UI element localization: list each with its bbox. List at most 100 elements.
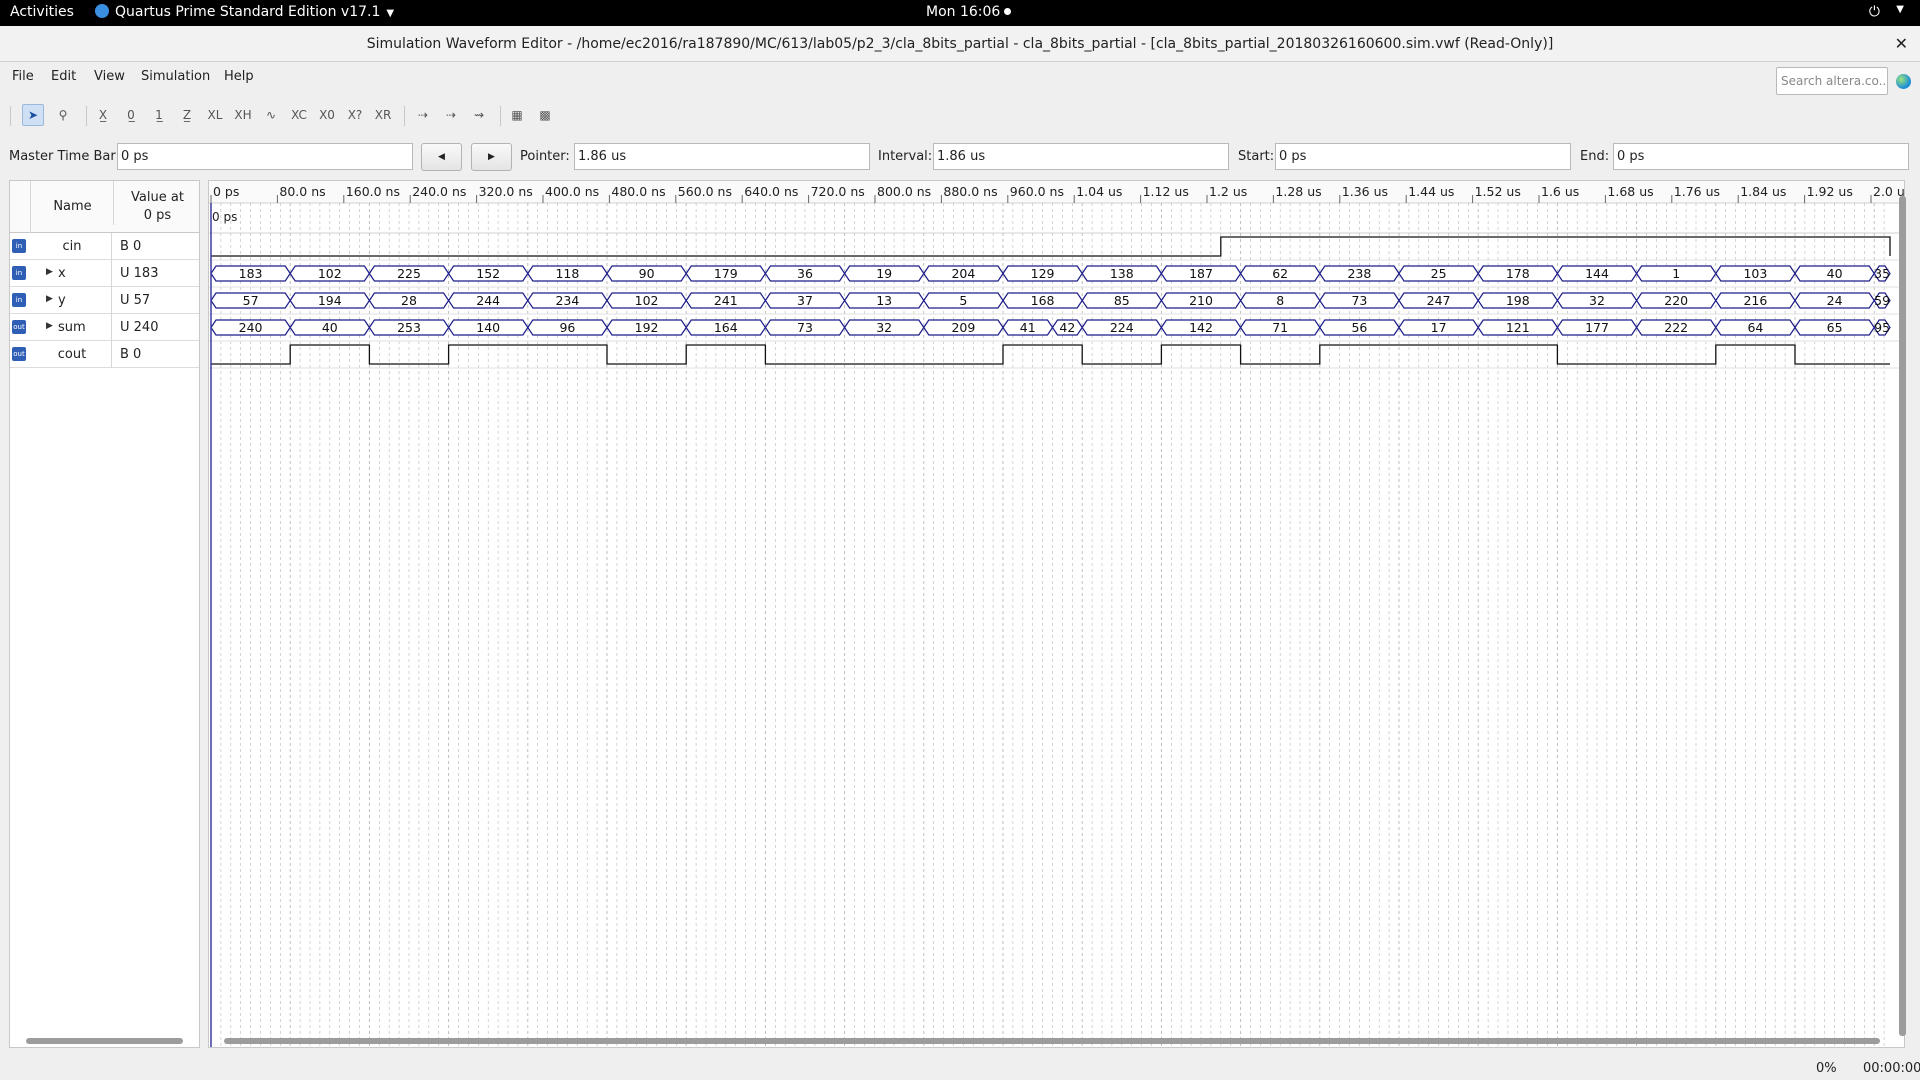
x-bus-value-label: 35	[1874, 266, 1890, 281]
y-bus-value-label: 73	[1351, 293, 1367, 308]
x-bus-value-label: 25	[1431, 266, 1447, 281]
y-bus-value-label: 194	[318, 293, 342, 308]
tick-label: 80.0 ns	[279, 184, 325, 199]
previous-transition-button[interactable]: ◀	[421, 143, 462, 171]
sum-bus-value-label: 96	[559, 320, 575, 335]
signal-row-sum[interactable]: out ▶ sum U 240	[10, 314, 199, 341]
x-bus-value-label: 103	[1743, 266, 1767, 281]
sum-bus-value-label: 17	[1431, 320, 1447, 335]
elapsed-time: 00:00:00	[1863, 1061, 1920, 1076]
x-bus-value-label: 238	[1347, 266, 1371, 281]
end-field[interactable]: 0 ps	[1613, 143, 1909, 170]
quartus-app-icon	[95, 4, 109, 18]
value-column-header[interactable]: Value at 0 ps	[113, 181, 201, 225]
tick-label: 320.0 ns	[479, 184, 533, 199]
signal-row-cin[interactable]: in cin B 0	[10, 233, 199, 260]
app-menu-button[interactable]: Quartus Prime Standard Edition v17.1 ▼	[95, 4, 394, 20]
selection-tool-icon[interactable]: ➤	[22, 104, 44, 126]
waveform-horizontal-scrollbar[interactable]	[224, 1038, 1880, 1044]
menu-help[interactable]: Help	[224, 69, 254, 84]
end-label: End:	[1580, 149, 1610, 164]
signal-row-x[interactable]: in ▶ x U 183	[10, 260, 199, 287]
weak-high-icon[interactable]: XR	[372, 104, 394, 126]
pointer-label: Pointer:	[520, 149, 570, 164]
expand-arrow-icon[interactable]: ▶	[46, 321, 53, 331]
force-high-impedance-icon[interactable]: Z̲	[176, 104, 198, 126]
force-low-icon[interactable]: 0̲	[120, 104, 142, 126]
sum-bus-value-label: 224	[1110, 320, 1134, 335]
menu-edit[interactable]: Edit	[51, 69, 76, 84]
globe-icon[interactable]	[1896, 74, 1911, 89]
signal-row-cout[interactable]: out cout B 0	[10, 341, 199, 368]
count-value-icon[interactable]: XH	[232, 104, 254, 126]
progress-percent: 0%	[1816, 1061, 1837, 1076]
y-bus-value-label: 57	[243, 293, 259, 308]
menu-simulation[interactable]: Simulation	[141, 69, 210, 84]
force-high-icon[interactable]: 1̲	[148, 104, 170, 126]
master-time-bar-field[interactable]: 0 ps	[117, 143, 413, 170]
random-value-icon[interactable]: X0	[316, 104, 338, 126]
y-bus-value-label: 13	[876, 293, 892, 308]
clock[interactable]: Mon 16:06	[926, 4, 1012, 20]
signal-value: U 240	[111, 314, 158, 341]
output-pin-icon: out	[12, 347, 26, 361]
system-menu-chevron-icon[interactable]: ▼	[1896, 4, 1904, 15]
logic-waveform	[211, 344, 1890, 365]
waveform-panel[interactable]: 0 ps 80.0 ns 160.0 ns 240.0 ns 320.0 ns 400.0…	[208, 180, 1905, 1048]
value-header-line2: 0 ps	[143, 208, 172, 223]
waveform-canvas[interactable]: 0 ps 80.0 ns 160.0 ns 240.0 ns 320.0 ns 400.0…	[209, 181, 1905, 1048]
waveform-vertical-scrollbar[interactable]	[1899, 196, 1906, 1036]
x-bus-value-label: 118	[555, 266, 579, 281]
weak-low-icon[interactable]: X?	[344, 104, 366, 126]
signal-list-header: Name Value at 0 ps	[10, 181, 199, 233]
x-bus-value-label: 1	[1672, 266, 1680, 281]
y-bus-value-label: 220	[1664, 293, 1688, 308]
power-icon[interactable]: ⏻	[1869, 4, 1880, 20]
generate-netlist-icon[interactable]: ⇝	[468, 104, 490, 126]
zoom-tool-icon[interactable]: ⚲	[52, 104, 74, 126]
activities-button[interactable]: Activities	[10, 4, 74, 20]
run-functional-simulation-icon[interactable]: ⇢	[412, 104, 434, 126]
force-unknown-icon[interactable]: X̲	[92, 104, 114, 126]
menu-file[interactable]: File	[12, 69, 34, 84]
next-transition-button[interactable]: ▶	[471, 143, 512, 171]
arbitrary-value-icon[interactable]: XC	[288, 104, 310, 126]
y-bus-value-label: 168	[1031, 293, 1055, 308]
start-field[interactable]: 0 ps	[1275, 143, 1571, 170]
menu-view[interactable]: View	[94, 69, 125, 84]
output-bus-icon: out	[12, 320, 26, 334]
window-title: Simulation Waveform Editor - /home/ec201…	[366, 36, 1554, 52]
sum-bus-value-label: 142	[1189, 320, 1213, 335]
signal-list-horizontal-scrollbar[interactable]	[26, 1038, 183, 1044]
sum-bus-value-label: 64	[1747, 320, 1763, 335]
clock-value-icon[interactable]: ∿	[260, 104, 282, 126]
tick-label: 560.0 ns	[678, 184, 732, 199]
tick-label: 960.0 ns	[1010, 184, 1064, 199]
grid-settings-icon[interactable]: ▩	[534, 104, 556, 126]
x-bus-value-label: 187	[1189, 266, 1213, 281]
snap-to-grid-icon[interactable]: ▦	[506, 104, 528, 126]
close-icon[interactable]: ✕	[1895, 26, 1908, 62]
app-menu-label: Quartus Prime Standard Edition v17.1	[115, 4, 381, 20]
interval-field[interactable]: 1.86 us	[933, 143, 1229, 170]
y-bus-value-label: 5	[959, 293, 967, 308]
invert-icon[interactable]: XL	[204, 104, 226, 126]
x-bus-value-label: 90	[639, 266, 655, 281]
expand-arrow-icon[interactable]: ▶	[46, 294, 53, 304]
sum-bus-value-label: 177	[1585, 320, 1609, 335]
pointer-field[interactable]: 1.86 us	[574, 143, 870, 170]
x-bus-value-label: 40	[1827, 266, 1843, 281]
tick-label: 400.0 ns	[545, 184, 599, 199]
run-timing-simulation-icon[interactable]: ⇢	[440, 104, 462, 126]
signal-row-y[interactable]: in ▶ y U 57	[10, 287, 199, 314]
sum-bus-value-label: 95	[1874, 320, 1890, 335]
tick-label: 1.92 us	[1807, 184, 1853, 199]
expand-arrow-icon[interactable]: ▶	[46, 267, 53, 277]
search-input[interactable]: Search altera.co...	[1776, 67, 1888, 95]
time-bar: Master Time Bar: 0 ps ◀ ▶ Pointer: 1.86 …	[0, 142, 1920, 172]
y-bus-value-label: 102	[635, 293, 659, 308]
tick-label: 1.04 us	[1076, 184, 1122, 199]
name-column-header[interactable]: Name	[30, 181, 114, 233]
sum-bus-value-label: 40	[322, 320, 338, 335]
y-bus-value-label: 85	[1114, 293, 1130, 308]
